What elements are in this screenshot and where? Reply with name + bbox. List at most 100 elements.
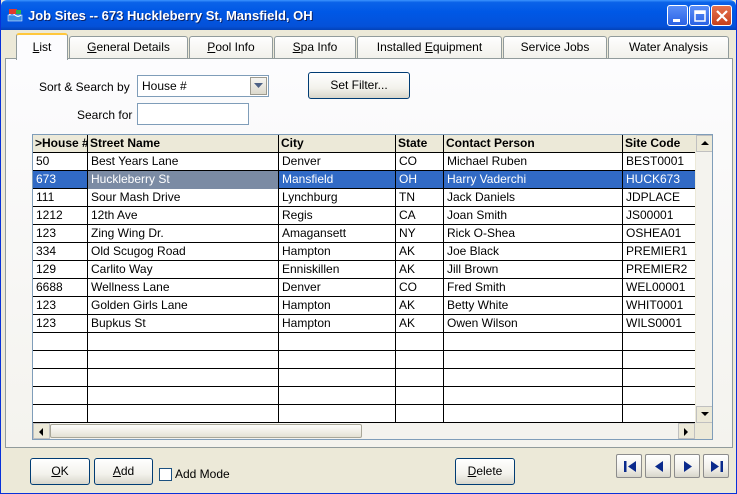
cell-contact-person[interactable]: Betty White <box>444 297 623 315</box>
cell-state[interactable] <box>396 351 444 369</box>
tab-list[interactable]: List <box>16 33 68 60</box>
cell-street-name[interactable] <box>88 369 279 387</box>
cell-house-number[interactable] <box>33 405 88 423</box>
table-row[interactable] <box>33 351 695 369</box>
cell-city[interactable]: Denver <box>279 153 396 171</box>
scroll-right-icon[interactable] <box>678 423 695 439</box>
cell-house-number[interactable]: 673 <box>33 171 88 189</box>
cell-city[interactable]: Denver <box>279 279 396 297</box>
table-row[interactable] <box>33 333 695 351</box>
cell-state[interactable]: AK <box>396 243 444 261</box>
cell-street-name[interactable] <box>88 351 279 369</box>
table-row[interactable]: 111 Sour Mash Drive Lynchburg TN Jack Daniel… <box>33 189 695 207</box>
cell-street-name[interactable]: 12th Ave <box>88 207 279 225</box>
cell-city[interactable] <box>279 351 396 369</box>
close-button[interactable] <box>711 5 732 26</box>
tab-service-jobs[interactable]: Service Jobs <box>503 36 607 59</box>
cell-city[interactable]: Enniskillen <box>279 261 396 279</box>
dropdown-arrow-icon[interactable] <box>250 77 267 95</box>
table-row[interactable]: 123 Golden Girls Lane Hampton AK Betty White… <box>33 297 695 315</box>
search-for-input[interactable] <box>137 103 249 125</box>
cell-city[interactable]: Hampton <box>279 243 396 261</box>
cell-house-number[interactable]: 123 <box>33 315 88 333</box>
cell-house-number[interactable]: 334 <box>33 243 88 261</box>
cell-house-number[interactable]: 111 <box>33 189 88 207</box>
table-row[interactable]: 123 Bupkus St Hampton AK Owen Wilson WILS0001 <box>33 315 695 333</box>
delete-button[interactable]: Delete <box>455 458 515 485</box>
cell-state[interactable] <box>396 405 444 423</box>
cell-contact-person[interactable]: Harry Vaderchi <box>444 171 623 189</box>
cell-street-name[interactable]: Huckleberry St <box>88 171 279 189</box>
vertical-scrollbar[interactable] <box>695 135 712 423</box>
col-contact-person[interactable]: Contact Person <box>444 135 623 152</box>
cell-state[interactable] <box>396 369 444 387</box>
cell-street-name[interactable]: Carlito Way <box>88 261 279 279</box>
cell-city[interactable] <box>279 369 396 387</box>
cell-house-number[interactable]: 1212 <box>33 207 88 225</box>
table-row[interactable]: 123 Zing Wing Dr. Amagansett NY Rick O-Shea O… <box>33 225 695 243</box>
cell-city[interactable]: Hampton <box>279 297 396 315</box>
first-record-icon[interactable] <box>616 454 642 478</box>
cell-city[interactable]: Amagansett <box>279 225 396 243</box>
cell-contact-person[interactable] <box>444 333 623 351</box>
cell-site-code[interactable]: PREMIER1 <box>623 243 695 261</box>
tab-installed-equipment[interactable]: Installed Equipment <box>357 36 502 59</box>
ok-button[interactable]: OK <box>30 458 90 485</box>
cell-street-name[interactable] <box>88 405 279 423</box>
cell-state[interactable]: AK <box>396 315 444 333</box>
cell-house-number[interactable]: 129 <box>33 261 88 279</box>
cell-state[interactable] <box>396 387 444 405</box>
cell-state[interactable]: CA <box>396 207 444 225</box>
cell-contact-person[interactable]: Michael Ruben <box>444 153 623 171</box>
cell-site-code[interactable] <box>623 369 695 387</box>
cell-state[interactable]: CO <box>396 279 444 297</box>
table-row[interactable]: 6688 Wellness Lane Denver CO Fred Smith WEL00… <box>33 279 695 297</box>
cell-street-name[interactable]: Old Scugog Road <box>88 243 279 261</box>
cell-state[interactable] <box>396 333 444 351</box>
tab-spa-info[interactable]: Spa Info <box>274 36 356 59</box>
cell-street-name[interactable]: Wellness Lane <box>88 279 279 297</box>
cell-site-code[interactable] <box>623 405 695 423</box>
app-icon[interactable] <box>7 7 23 23</box>
cell-site-code[interactable]: PREMIER2 <box>623 261 695 279</box>
col-house-number[interactable]: >House # <box>33 135 88 152</box>
table-row[interactable]: 673 Huckleberry St Mansfield OH Harry Vaderc… <box>33 171 695 189</box>
cell-site-code[interactable]: JDPLACE <box>623 189 695 207</box>
cell-site-code[interactable]: BEST0001 <box>623 153 695 171</box>
cell-city[interactable] <box>279 405 396 423</box>
cell-contact-person[interactable] <box>444 369 623 387</box>
cell-city[interactable]: Regis <box>279 207 396 225</box>
table-row[interactable] <box>33 405 695 423</box>
cell-site-code[interactable] <box>623 351 695 369</box>
table-row[interactable] <box>33 387 695 405</box>
minimize-button[interactable] <box>667 5 688 26</box>
cell-state[interactable]: CO <box>396 153 444 171</box>
col-street-name[interactable]: Street Name <box>88 135 279 152</box>
cell-site-code[interactable]: OSHEA01 <box>623 225 695 243</box>
tab-water-analysis[interactable]: Water Analysis <box>608 36 729 59</box>
cell-street-name[interactable]: Best Years Lane <box>88 153 279 171</box>
tab-general-details[interactable]: General Details <box>69 36 188 59</box>
cell-house-number[interactable] <box>33 333 88 351</box>
cell-city[interactable] <box>279 387 396 405</box>
cell-city[interactable] <box>279 333 396 351</box>
sort-search-combo[interactable]: House # <box>137 75 269 97</box>
cell-state[interactable]: TN <box>396 189 444 207</box>
cell-contact-person[interactable]: Jill Brown <box>444 261 623 279</box>
scroll-left-icon[interactable] <box>33 423 50 439</box>
cell-street-name[interactable]: Golden Girls Lane <box>88 297 279 315</box>
col-site-code[interactable]: Site Code <box>623 135 695 152</box>
cell-contact-person[interactable]: Rick O-Shea <box>444 225 623 243</box>
scroll-down-icon[interactable] <box>696 406 712 423</box>
cell-city[interactable]: Hampton <box>279 315 396 333</box>
next-record-icon[interactable] <box>674 454 700 478</box>
table-row[interactable] <box>33 369 695 387</box>
cell-house-number[interactable]: 123 <box>33 297 88 315</box>
horizontal-scroll-thumb[interactable] <box>50 424 362 438</box>
add-mode-label[interactable]: Add Mode <box>175 467 230 481</box>
col-state[interactable]: State <box>396 135 444 152</box>
cell-state[interactable]: AK <box>396 297 444 315</box>
horizontal-scrollbar[interactable] <box>33 423 695 439</box>
cell-house-number[interactable]: 50 <box>33 153 88 171</box>
job-sites-grid[interactable]: >House # Street Name City State Contact … <box>32 134 713 440</box>
